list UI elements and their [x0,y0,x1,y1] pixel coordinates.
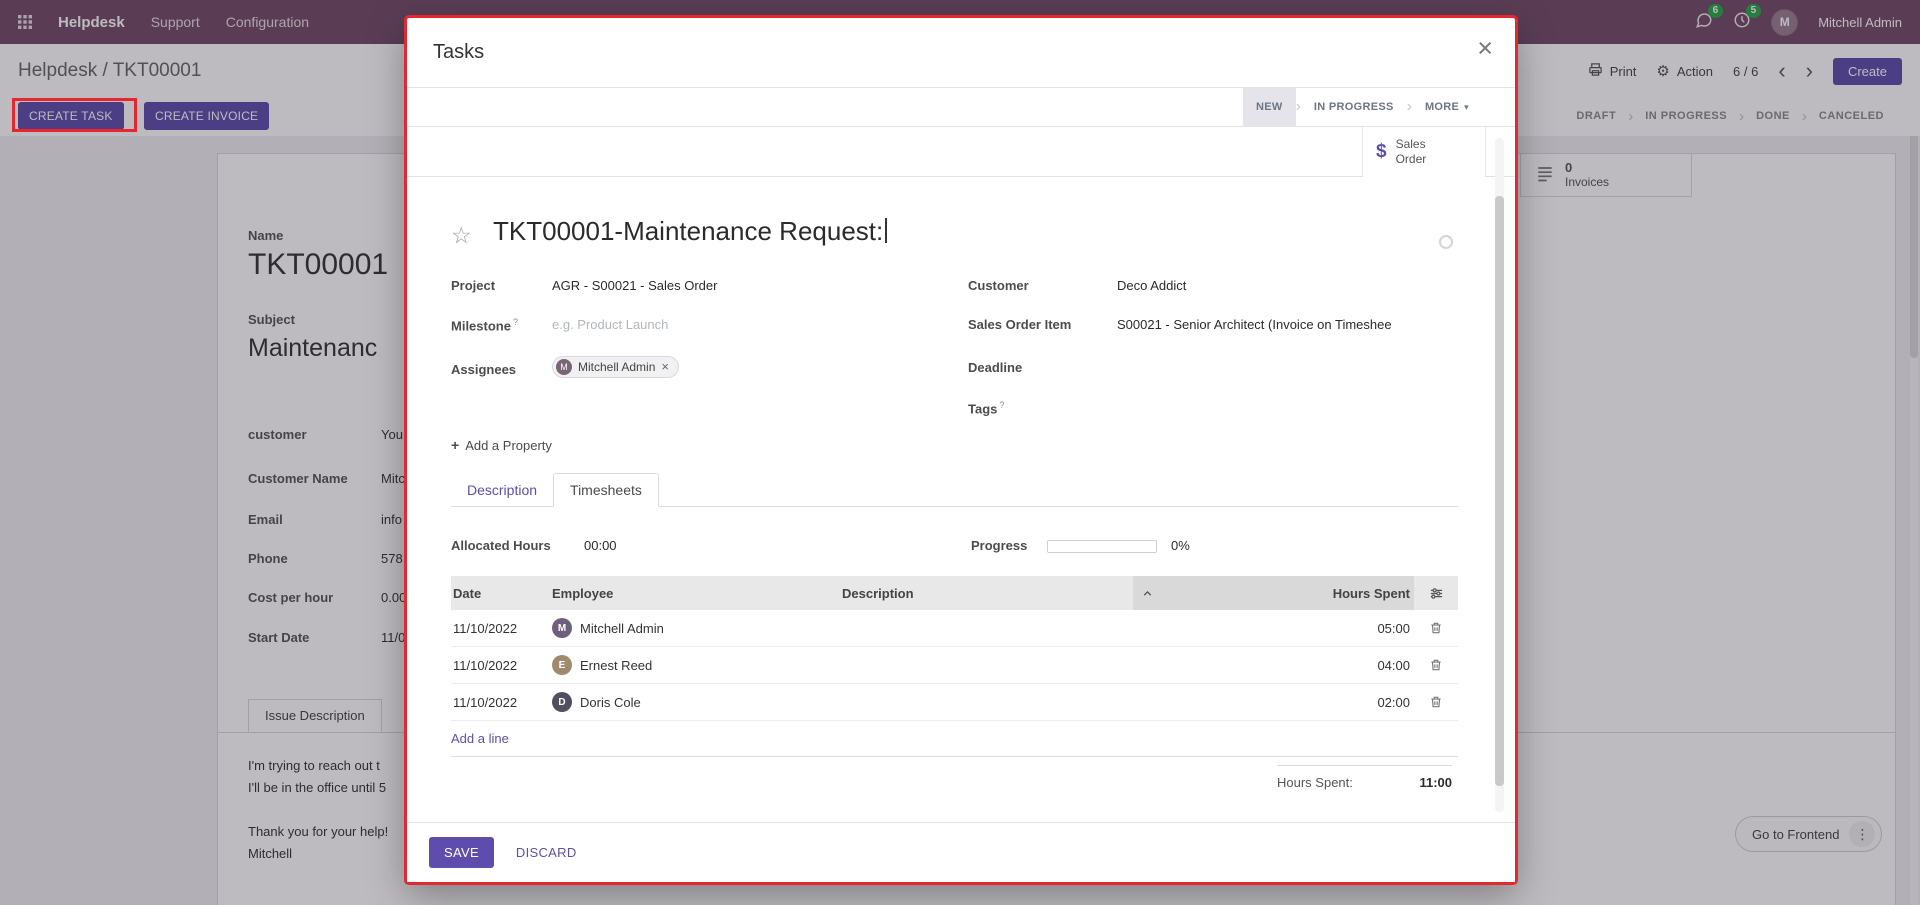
close-icon[interactable]: × [1477,33,1493,63]
sales-order-label: Sales Order [1396,137,1438,167]
progress-value: 0% [1171,538,1190,553]
kanban-state-icon[interactable] [1439,235,1453,249]
column-header-date[interactable]: Date [451,586,552,601]
tags-label-text: Tags [968,401,997,416]
modal-footer: SAVE DISCARD [407,822,1515,882]
tasks-modal: Tasks × NEW › IN PROGRESS › MORE ▾ $ Sal… [407,18,1515,882]
tab-description[interactable]: Description [451,474,553,506]
modal-scrollbar[interactable] [1495,138,1504,812]
task-status-in-progress[interactable]: IN PROGRESS [1301,88,1407,126]
task-statusbar: NEW › IN PROGRESS › MORE ▾ [1243,88,1482,126]
sales-order-item-value[interactable]: S00021 - Senior Architect (Invoice on Ti… [1117,317,1392,332]
tags-label: Tags? [968,400,1004,416]
cell-date[interactable]: 11/10/2022 [451,658,552,673]
task-title-text: TKT00001-Maintenance Request: [493,216,883,246]
hours-spent-total-label: Hours Spent: [1277,775,1353,790]
column-header-description[interactable]: Description [842,586,1133,601]
task-statusbar-row: NEW › IN PROGRESS › MORE ▾ [407,88,1515,127]
sales-order-item-label: Sales Order Item [968,317,1071,332]
employee-name: Mitchell Admin [580,621,664,636]
cell-employee[interactable]: E Ernest Reed [552,655,842,675]
timesheet-row[interactable]: 11/10/2022 E Ernest Reed 04:00 [451,647,1458,684]
assignee-tag[interactable]: M Mitchell Admin × [552,356,679,378]
help-icon: ? [999,400,1004,410]
project-value[interactable]: AGR - S00021 - Sales Order [552,278,717,293]
cell-hours[interactable]: 05:00 [1133,621,1414,636]
timesheet-table: Date Employee Description Hours Spent 11… [451,576,1458,757]
progress-bar [1047,540,1157,553]
hours-spent-total-value: 11:00 [1419,775,1452,790]
cell-employee[interactable]: D Doris Cole [552,692,842,712]
notebook-tabs: Description Timesheets [451,474,1458,507]
modal-header: Tasks × [407,18,1515,88]
milestone-label-text: Milestone [451,318,511,333]
tab-timesheets[interactable]: Timesheets [553,473,659,507]
timesheet-table-header: Date Employee Description Hours Spent [451,576,1458,610]
cell-employee[interactable]: M Mitchell Admin [552,618,842,638]
hours-spent-total: Hours Spent: 11:00 [1277,765,1452,790]
add-property-button[interactable]: + Add a Property [451,437,552,453]
modal-title: Tasks [433,41,484,64]
customer-field-label: Customer [968,278,1029,293]
remove-tag-icon[interactable]: × [661,361,669,373]
add-property-label: Add a Property [465,438,552,453]
sales-order-stat-button[interactable]: $ Sales Order [1362,127,1486,177]
caret-down-icon: ▾ [1464,102,1469,113]
delete-row-icon[interactable] [1414,621,1458,635]
cell-hours[interactable]: 04:00 [1133,658,1414,673]
employee-avatar: M [552,618,572,638]
plus-icon: + [451,437,459,453]
allocated-hours-label: Allocated Hours [451,538,551,553]
text-cursor [885,218,887,243]
modal-scrollbar-thumb[interactable] [1495,196,1504,786]
cell-hours[interactable]: 02:00 [1133,695,1414,710]
column-header-employee[interactable]: Employee [552,586,842,601]
add-line-row: Add a line [451,721,1458,757]
discard-button[interactable]: DISCARD [516,845,577,860]
timesheet-row[interactable]: 11/10/2022 D Doris Cole 02:00 [451,684,1458,721]
employee-name: Doris Cole [580,695,641,710]
task-title-input[interactable]: TKT00001-Maintenance Request: [493,216,887,247]
task-status-more[interactable]: MORE ▾ [1412,88,1482,126]
delete-row-icon[interactable] [1414,658,1458,672]
allocated-hours-value[interactable]: 00:00 [584,538,617,553]
milestone-label: Milestone? [451,317,518,333]
deadline-label: Deadline [968,360,1022,375]
save-button[interactable]: SAVE [429,837,494,868]
favorite-star-icon[interactable]: ☆ [451,222,472,249]
column-header-hours[interactable]: Hours Spent [1133,576,1414,610]
delete-row-icon[interactable] [1414,695,1458,709]
optional-columns-icon[interactable] [1414,586,1458,601]
assignees-label: Assignees [451,362,516,377]
more-label: MORE [1425,101,1459,113]
timesheet-row[interactable]: 11/10/2022 M Mitchell Admin 05:00 [451,610,1458,647]
cell-date[interactable]: 11/10/2022 [451,621,552,636]
project-label: Project [451,278,495,293]
hours-spent-header-label: Hours Spent [1333,586,1414,601]
dollar-icon: $ [1376,141,1387,163]
sort-ascending-icon [1141,587,1154,600]
cell-date[interactable]: 11/10/2022 [451,695,552,710]
customer-field-value[interactable]: Deco Addict [1117,278,1186,293]
employee-avatar: D [552,692,572,712]
task-status-new[interactable]: NEW [1243,88,1296,126]
progress-label: Progress [971,538,1027,553]
button-box-row: $ Sales Order [407,127,1515,177]
add-a-line-link[interactable]: Add a line [451,731,509,746]
assignee-avatar: M [556,359,572,375]
help-icon: ? [513,317,518,327]
employee-avatar: E [552,655,572,675]
employee-name: Ernest Reed [580,658,652,673]
milestone-input[interactable]: e.g. Product Launch [552,317,668,332]
assignee-name: Mitchell Admin [578,360,655,374]
screen: Helpdesk Support Configuration 6 5 M Mit… [0,0,1920,905]
